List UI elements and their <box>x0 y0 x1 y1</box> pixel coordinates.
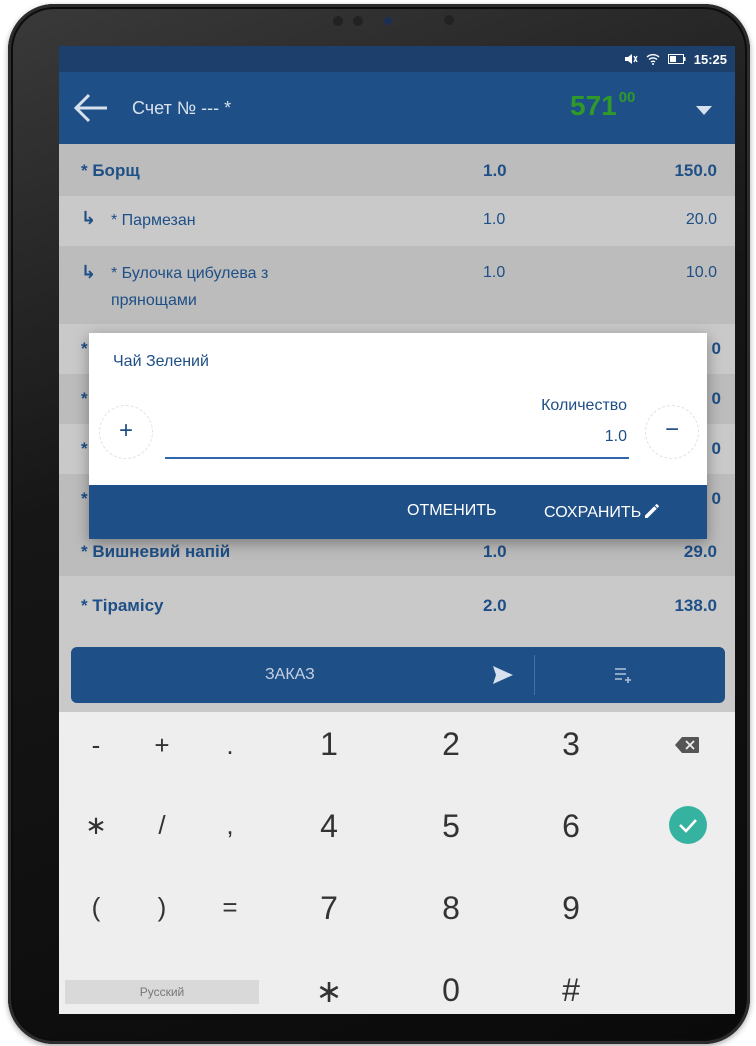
quantity-input-underline <box>165 457 629 459</box>
playlist-add-icon[interactable] <box>614 666 634 684</box>
key-star[interactable]: ∗ <box>299 972 359 1010</box>
quantity-dialog: Чай Зелений + Количество 1.0 − ОТМЕНИТЬ … <box>89 333 707 539</box>
numeric-keyboard: - + . 1 2 3 ∗ / , 4 5 6 ( ) = 7 8 9 Русс… <box>59 712 735 1014</box>
mute-icon <box>624 54 638 64</box>
item-price: 20.0 <box>685 211 717 228</box>
item-qty: 1.0 <box>483 211 506 228</box>
caret-down-icon[interactable] <box>689 100 719 120</box>
key-asterisk[interactable]: ∗ <box>71 810 121 841</box>
order-total: 571 00 <box>570 89 635 122</box>
battery-icon <box>667 54 686 64</box>
status-bar: 15:25 <box>59 46 735 72</box>
item-price-partial: 0 <box>711 339 721 358</box>
item-price: 10.0 <box>685 264 717 281</box>
screen: 15:25 Счет № --- * 571 00 * Борщ 1.0 150.… <box>59 46 735 1014</box>
increment-button[interactable]: + <box>99 405 153 459</box>
key-comma[interactable]: , <box>205 810 255 841</box>
item-qty: 1.0 <box>483 542 507 561</box>
send-icon[interactable] <box>491 664 515 686</box>
item-name: * Борщ <box>81 161 140 180</box>
order-row[interactable]: * Борщ 1.0 150.0 <box>59 144 735 196</box>
order-total-main: 571 <box>570 90 617 121</box>
decrement-button[interactable]: − <box>645 405 699 459</box>
wifi-icon <box>646 54 660 65</box>
key-dot[interactable]: . <box>205 730 255 761</box>
item-name: * Пармезан <box>111 212 196 229</box>
quantity-input[interactable]: 1.0 <box>605 428 627 446</box>
item-name: * Вишневий напій <box>81 542 231 561</box>
item-name: * Булочка цибулева з прянощами <box>111 265 269 309</box>
key-minus[interactable]: - <box>71 730 121 761</box>
key-3[interactable]: 3 <box>541 726 601 763</box>
key-7[interactable]: 7 <box>299 890 359 927</box>
language-key[interactable]: Русский <box>65 980 259 1004</box>
item-star-partial: * <box>81 439 88 458</box>
item-price-partial: 0 <box>711 489 721 508</box>
item-qty: 2.0 <box>483 596 507 615</box>
modifier-row[interactable]: ↳ * Булочка цибулева з прянощами 1.0 10.… <box>59 246 735 324</box>
key-right-paren[interactable]: ) <box>137 892 187 923</box>
key-slash[interactable]: / <box>137 810 187 841</box>
modifier-row[interactable]: ↳ * Пармезан 1.0 20.0 <box>59 196 735 246</box>
key-6[interactable]: 6 <box>541 808 601 845</box>
divider <box>534 655 535 695</box>
quantity-label: Количество <box>541 397 627 414</box>
key-1[interactable]: 1 <box>299 726 359 763</box>
key-0[interactable]: 0 <box>421 972 481 1009</box>
item-star-partial: * <box>81 339 88 358</box>
tablet-frame: 15:25 Счет № --- * 571 00 * Борщ 1.0 150.… <box>8 4 750 1044</box>
cancel-button[interactable]: ОТМЕНИТЬ <box>407 502 497 520</box>
subitem-arrow-icon: ↳ <box>81 262 97 282</box>
item-price: 150.0 <box>674 161 717 180</box>
key-equals[interactable]: = <box>205 892 255 923</box>
item-qty: 1.0 <box>483 264 506 281</box>
item-price-partial: 0 <box>711 439 721 458</box>
camera-lens <box>384 17 392 25</box>
page-title: Счет № --- * <box>132 98 232 118</box>
app-bar: Счет № --- * 571 00 <box>59 72 735 144</box>
dialog-title: Чай Зелений <box>113 353 209 370</box>
key-hash[interactable]: # <box>541 972 601 1009</box>
status-time: 15:25 <box>693 51 727 67</box>
order-button[interactable]: ЗАКАЗ <box>265 666 315 684</box>
order-row[interactable]: * Тірамісу 2.0 138.0 <box>59 576 735 632</box>
item-name: * Тірамісу <box>81 596 164 615</box>
order-bar: ЗАКАЗ <box>71 647 725 703</box>
key-plus[interactable]: + <box>137 730 187 761</box>
key-4[interactable]: 4 <box>299 808 359 845</box>
item-qty: 1.0 <box>483 161 507 180</box>
camera-dot <box>353 16 363 26</box>
key-8[interactable]: 8 <box>421 890 481 927</box>
subitem-arrow-icon: ↳ <box>81 208 97 228</box>
dialog-actions: ОТМЕНИТЬ СОХРАНИТЬ <box>89 485 707 539</box>
arrow-left-icon[interactable] <box>71 90 111 126</box>
key-9[interactable]: 9 <box>541 890 601 927</box>
pencil-icon <box>645 504 660 518</box>
check-circle-icon[interactable] <box>668 805 708 845</box>
item-price: 29.0 <box>683 542 717 561</box>
item-star-partial: * <box>81 489 88 508</box>
save-button-label: СОХРАНИТЬ <box>544 504 642 521</box>
key-left-paren[interactable]: ( <box>71 892 121 923</box>
item-price-partial: 0 <box>711 389 721 408</box>
backspace-icon[interactable] <box>674 736 700 754</box>
camera-dot <box>333 16 343 26</box>
key-2[interactable]: 2 <box>421 726 481 763</box>
sensor-dot <box>444 15 454 25</box>
item-price: 138.0 <box>674 596 717 615</box>
save-button[interactable]: СОХРАНИТЬ <box>544 502 661 522</box>
order-total-cents: 00 <box>618 89 636 106</box>
key-5[interactable]: 5 <box>421 808 481 845</box>
item-star-partial: * <box>81 389 88 408</box>
